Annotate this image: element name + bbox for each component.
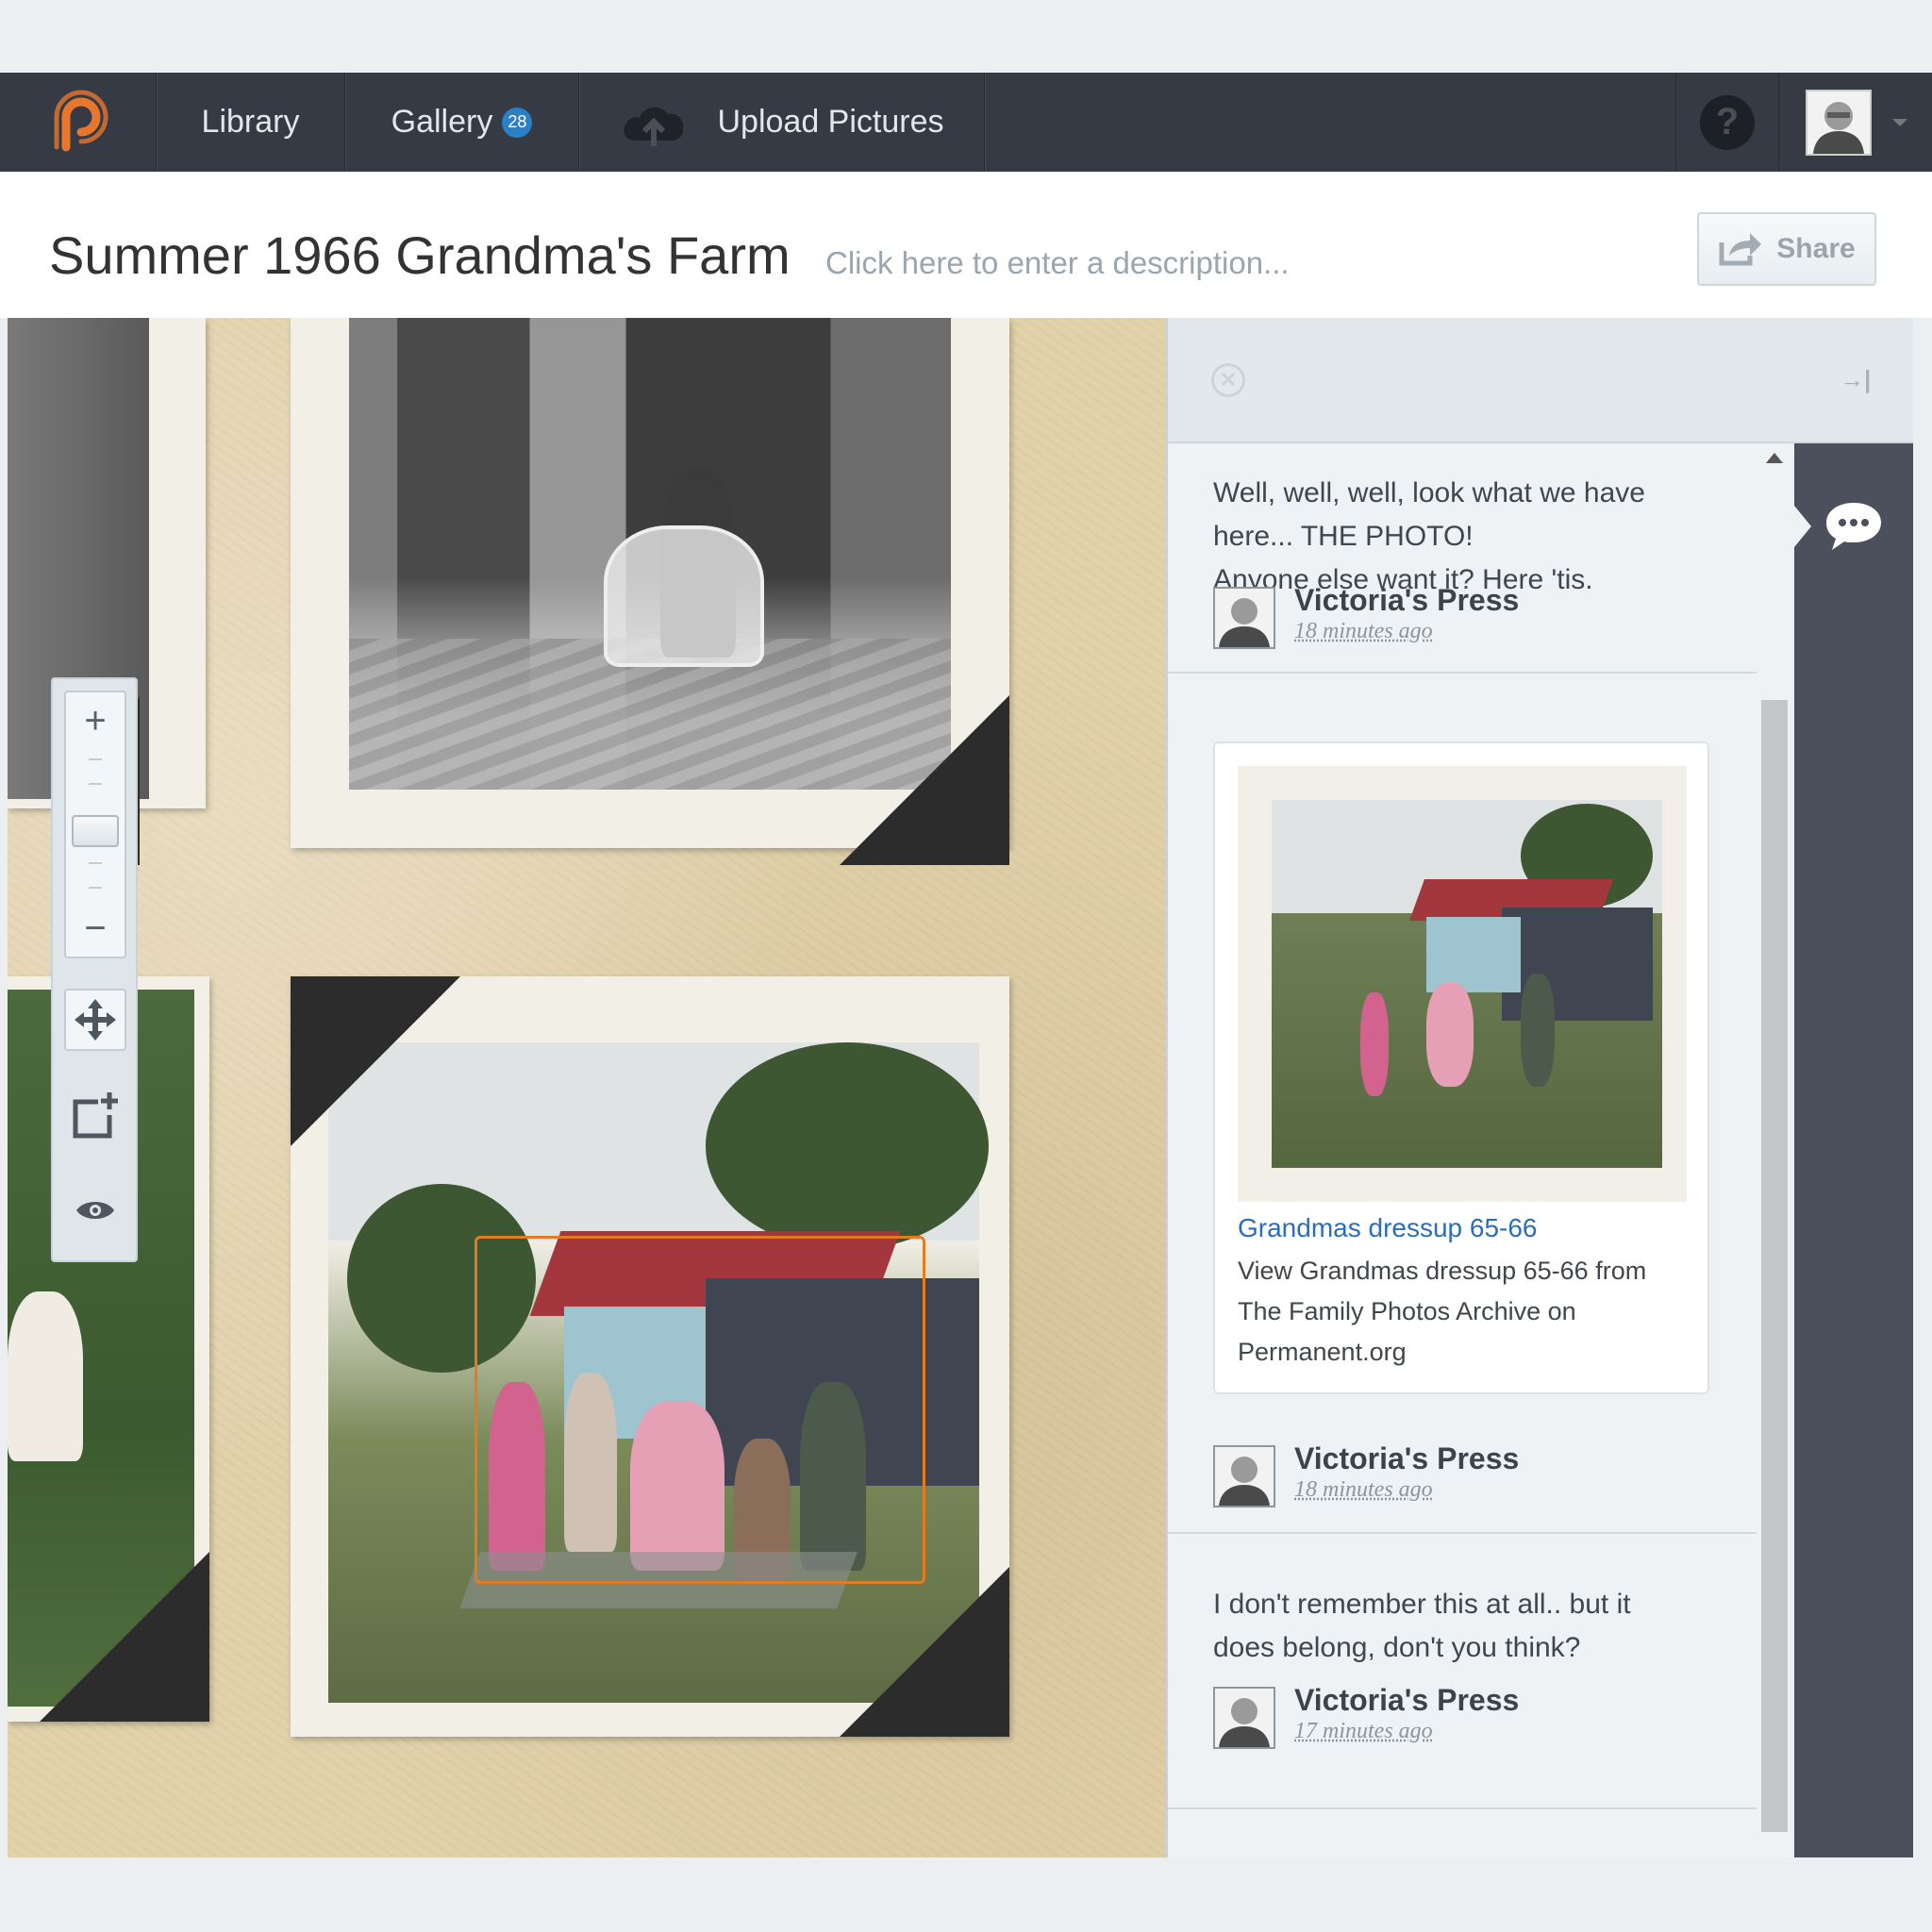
logo[interactable] xyxy=(0,73,157,172)
comment-item: Grandmas dressup 65-66 View Grandmas dre… xyxy=(1168,675,1757,1534)
move-icon xyxy=(75,999,116,1041)
link-title[interactable]: Grandmas dressup 65-66 xyxy=(1238,1213,1538,1243)
link-preview-card[interactable]: Grandmas dressup 65-66 View Grandmas dre… xyxy=(1213,741,1709,1394)
avatar[interactable] xyxy=(1213,587,1275,649)
user-menu[interactable] xyxy=(1792,73,1932,172)
preview-button[interactable] xyxy=(64,1179,126,1241)
comment-line: does belong, don't you think? xyxy=(1213,1632,1581,1663)
comment-line: Well, well, well, look what we have xyxy=(1213,477,1645,508)
avatar[interactable] xyxy=(1213,1687,1275,1749)
zoom-slider-handle[interactable] xyxy=(72,815,119,847)
album-photo-porch[interactable] xyxy=(291,318,1009,865)
comment-timestamp: 18 minutes ago xyxy=(1294,1477,1433,1502)
nav-library-label: Library xyxy=(201,104,300,140)
comment-timestamp: 18 minutes ago xyxy=(1294,619,1433,643)
zoom-tick xyxy=(89,887,102,889)
user-avatar xyxy=(1806,89,1872,156)
permanent-logo-icon xyxy=(54,90,108,151)
photo-corner xyxy=(291,976,460,1146)
comment-author[interactable]: Victoria's Press xyxy=(1294,1683,1519,1718)
author-portrait-icon xyxy=(1219,598,1270,647)
child-figure xyxy=(8,1291,83,1461)
speech-bubble-icon xyxy=(1826,503,1881,550)
comment-item: Well, well, well, look what we have here… xyxy=(1168,445,1757,674)
girl-figure xyxy=(1360,992,1389,1096)
add-frame-icon xyxy=(73,1092,118,1139)
wicker-chair xyxy=(604,525,764,667)
page-title[interactable]: Summer 1966 Grandma's Farm xyxy=(49,225,791,286)
zoom-toolbar: + − xyxy=(51,677,138,1262)
user-portrait-icon xyxy=(1813,101,1864,154)
zoom-tick xyxy=(89,783,102,785)
comments-scrollbar[interactable] xyxy=(1757,445,1792,1857)
share-label: Share xyxy=(1776,233,1856,264)
nav-gallery-label: Gallery xyxy=(391,104,493,140)
top-navigation-bar: Library Gallery 28 Upload Pictures ? xyxy=(0,73,1932,172)
help-icon[interactable]: ? xyxy=(1700,94,1755,150)
comment-author[interactable]: Victoria's Press xyxy=(1294,1441,1519,1476)
help-cell: ? xyxy=(1675,73,1779,172)
panel-header: ✕ →| xyxy=(1168,318,1913,443)
album-description-field[interactable]: Click here to enter a description... xyxy=(825,245,1290,281)
author-portrait-icon xyxy=(1219,1698,1270,1747)
comments-panel: ✕ →| Well, well, well, look what we have… xyxy=(1166,318,1913,1857)
move-button[interactable] xyxy=(64,989,126,1051)
shed xyxy=(1426,917,1521,992)
nav-library[interactable]: Library xyxy=(157,73,345,172)
cloud-upload-icon xyxy=(624,107,684,146)
link-preview-image[interactable] xyxy=(1238,766,1687,1202)
scroll-up-arrow-icon[interactable] xyxy=(1766,453,1783,463)
chevron-down-icon xyxy=(1892,118,1907,126)
close-icon[interactable]: ✕ xyxy=(1211,363,1245,397)
nav-upload-label: Upload Pictures xyxy=(717,104,944,140)
nav-gallery[interactable]: Gallery 28 xyxy=(345,73,579,172)
share-icon xyxy=(1719,233,1762,266)
gallery-count-badge: 28 xyxy=(502,107,533,138)
share-button[interactable]: Share xyxy=(1697,212,1876,286)
album-header: Summer 1966 Grandma's Farm Click here to… xyxy=(0,172,1932,318)
comment-timestamp: 17 minutes ago xyxy=(1294,1719,1433,1743)
zoom-tick xyxy=(89,862,102,864)
avatar[interactable] xyxy=(1213,1445,1275,1507)
comment-text: I don't remember this at all.. but it do… xyxy=(1213,1583,1631,1670)
author-portrait-icon xyxy=(1219,1457,1270,1506)
comment-line: I don't remember this at all.. but it xyxy=(1213,1589,1631,1620)
zoom-out-button[interactable]: − xyxy=(66,908,125,950)
panel-tabs xyxy=(1794,443,1913,1857)
comment-list: Well, well, well, look what we have here… xyxy=(1168,445,1757,1857)
photo-corner xyxy=(40,1552,209,1722)
woman-figure xyxy=(1521,974,1555,1087)
tab-comments[interactable] xyxy=(1794,481,1913,572)
girl-figure xyxy=(1426,983,1474,1087)
tree xyxy=(706,1042,989,1250)
zoom-in-button[interactable]: + xyxy=(66,700,125,742)
nav-upload-pictures[interactable]: Upload Pictures xyxy=(579,73,985,172)
comment-author[interactable]: Victoria's Press xyxy=(1294,583,1519,618)
eye-icon xyxy=(76,1202,114,1219)
comment-item: I don't remember this at all.. but it do… xyxy=(1168,1536,1757,1809)
scrollbar-thumb[interactable] xyxy=(1761,700,1788,1832)
zoom-tick xyxy=(89,758,102,760)
album-canvas[interactable]: + − xyxy=(8,318,1166,1857)
zoom-slider[interactable]: + − xyxy=(64,691,126,958)
photo-corner xyxy=(840,1567,1009,1737)
photo-corner xyxy=(840,695,1009,865)
link-description: View Grandmas dressup 65-66 from The Fam… xyxy=(1238,1257,1647,1366)
comment-line: here... THE PHOTO! xyxy=(1213,521,1474,552)
tag-selection-box[interactable] xyxy=(475,1236,925,1584)
collapse-panel-icon[interactable]: →| xyxy=(1840,365,1871,394)
add-frame-button[interactable] xyxy=(64,1085,126,1147)
